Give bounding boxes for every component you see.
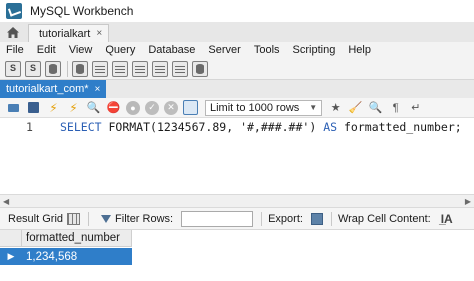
autocommit-icon[interactable]: [183, 100, 198, 115]
create-procedure-icon[interactable]: [132, 60, 148, 77]
result-toolbar: Result Grid Filter Rows: Export: Wrap Ce…: [0, 208, 474, 230]
tab-connection[interactable]: tutorialkart ×: [28, 24, 110, 42]
filter-rows-label: Filter Rows:: [115, 212, 174, 225]
inspector-icon[interactable]: [45, 60, 61, 77]
menu-server[interactable]: Server: [208, 44, 240, 56]
menu-view[interactable]: View: [69, 44, 93, 56]
filter-rows-input[interactable]: [181, 210, 254, 227]
menu-database[interactable]: Database: [148, 44, 195, 56]
wrap-lines-icon[interactable]: ↵: [408, 100, 423, 115]
editor-toolbar: ⚡ ⚡ 🔍 ⛔ ● ✓ ✕ Limit to 1000 rows ▼ ★ 🧹 🔍…: [0, 98, 474, 118]
rollback-icon[interactable]: ✕: [164, 100, 178, 115]
column-alias: formatted_number;: [344, 120, 462, 134]
limit-rows-select[interactable]: Limit to 1000 rows ▼: [205, 99, 323, 116]
create-function-icon[interactable]: [152, 60, 168, 77]
explain-icon[interactable]: 🔍: [86, 100, 101, 115]
menu-edit[interactable]: Edit: [37, 44, 56, 56]
column-header[interactable]: formatted_number: [22, 230, 132, 247]
string-argument: '#,###.##': [240, 120, 310, 134]
table-cell[interactable]: 1,234,568: [22, 248, 132, 265]
menu-scripting[interactable]: Scripting: [293, 44, 336, 56]
window-title: MySQL Workbench: [30, 4, 134, 18]
toolbar-divider: [67, 60, 68, 77]
save-script-icon[interactable]: [26, 100, 41, 115]
corner-cell: [0, 230, 22, 247]
close-icon[interactable]: ×: [95, 84, 101, 95]
create-view-icon[interactable]: [112, 60, 128, 77]
function-name: FORMAT: [108, 120, 151, 134]
comma: ,: [226, 120, 241, 134]
open-script-icon[interactable]: [6, 100, 21, 115]
code-line: SELECT FORMAT(1234567.89, '#,###.##') AS…: [60, 120, 462, 134]
new-sql-tab-icon[interactable]: [5, 60, 21, 77]
line-number: 1: [26, 120, 33, 134]
close-icon[interactable]: ×: [96, 28, 102, 39]
limit-rows-label: Limit to 1000 rows: [210, 101, 300, 114]
wrap-cell-content-label: Wrap Cell Content:: [337, 212, 431, 225]
home-button[interactable]: [0, 22, 26, 42]
invisible-chars-icon[interactable]: ¶: [388, 100, 403, 115]
export-icon[interactable]: [310, 212, 323, 225]
keyword-as: AS: [323, 120, 338, 134]
query-tab-strip: tutorialkart_com* ×: [0, 80, 474, 98]
filter-icon: [101, 214, 112, 223]
commit-icon[interactable]: ✓: [145, 100, 159, 115]
execute-current-icon[interactable]: ⚡: [66, 100, 81, 115]
mysql-workbench-logo-icon: [6, 3, 22, 19]
wrap-cell-content-icon[interactable]: I̲A: [441, 212, 453, 226]
sql-editor[interactable]: 1 SELECT FORMAT(1234567.89, '#,###.##') …: [0, 118, 474, 194]
connection-tab-strip: tutorialkart ×: [0, 22, 474, 42]
create-table-icon[interactable]: [92, 60, 108, 77]
export-label: Export:: [268, 212, 303, 225]
open-paren: (: [150, 120, 157, 134]
search-table-icon[interactable]: [172, 60, 188, 77]
toolbar-divider: [330, 211, 332, 226]
menu-bar: File Edit View Query Database Server Too…: [0, 42, 474, 58]
toolbar-divider: [261, 211, 263, 226]
main-toolbar: [0, 58, 474, 80]
table-row[interactable]: ▶ 1,234,568: [0, 248, 132, 265]
menu-query[interactable]: Query: [105, 44, 135, 56]
scroll-left-arrow-icon[interactable]: ◀: [3, 197, 9, 206]
execute-icon[interactable]: ⚡: [46, 100, 61, 115]
number-argument: 1234567.89: [156, 120, 227, 134]
chevron-down-icon: ▼: [309, 103, 318, 112]
home-icon: [7, 26, 19, 38]
row-selected-arrow-icon: ▶: [0, 248, 22, 265]
grid-header-row: formatted_number: [0, 230, 132, 247]
find-icon[interactable]: 🔍: [368, 100, 383, 115]
menu-file[interactable]: File: [6, 44, 24, 56]
reconnect-icon[interactable]: [192, 60, 208, 77]
toggle-continue-icon[interactable]: ●: [126, 100, 140, 115]
result-grid: formatted_number ▶ 1,234,568: [0, 230, 474, 281]
tab-connection-label: tutorialkart: [39, 27, 91, 40]
tab-query[interactable]: tutorialkart_com* ×: [0, 80, 107, 98]
menu-help[interactable]: Help: [348, 44, 371, 56]
editor-horizontal-scrollbar[interactable]: ◀ ▶: [0, 194, 474, 208]
title-bar: MySQL Workbench: [0, 0, 474, 22]
tab-query-label: tutorialkart_com*: [6, 83, 89, 95]
stop-icon[interactable]: ⛔: [106, 100, 121, 115]
scroll-right-arrow-icon[interactable]: ▶: [465, 197, 471, 206]
keyword-select: SELECT: [60, 120, 102, 134]
add-snippet-icon[interactable]: ★: [328, 100, 343, 115]
result-grid-icon[interactable]: [67, 212, 81, 225]
toolbar-divider: [88, 211, 90, 226]
result-grid-label[interactable]: Result Grid: [8, 213, 63, 225]
create-schema-icon[interactable]: [72, 60, 88, 77]
open-sql-script-icon[interactable]: [25, 60, 41, 77]
close-paren: ): [309, 120, 317, 134]
beautify-icon[interactable]: 🧹: [348, 100, 363, 115]
menu-tools[interactable]: Tools: [254, 44, 280, 56]
